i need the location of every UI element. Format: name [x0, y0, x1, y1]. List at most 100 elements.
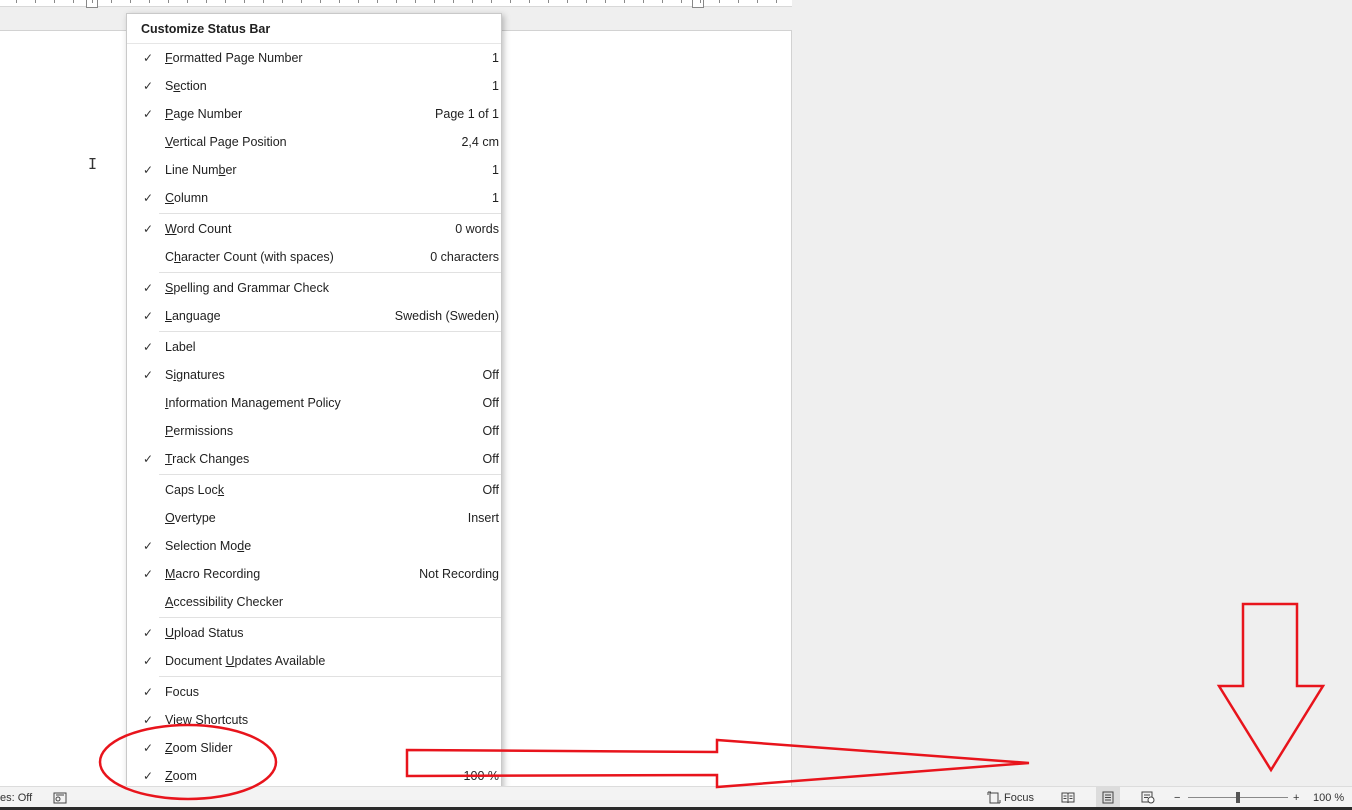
menu-item[interactable]: ✓ Formatted Page Number 1 [127, 44, 501, 72]
focus-button[interactable]: Focus [987, 787, 1034, 808]
label-text: Caps Loc [165, 483, 218, 497]
menu-item[interactable]: ✓ View Shortcuts [127, 706, 501, 734]
menu-item-value: 1 [492, 51, 499, 65]
menu-item[interactable]: Character Count (with spaces) 0 character… [127, 243, 501, 271]
read-mode-icon [1061, 792, 1075, 803]
menu-item[interactable]: ✓ Zoom Slider [127, 734, 501, 762]
menu-item[interactable]: ✓ Page Number Page 1 of 1 [127, 100, 501, 128]
menu-item[interactable]: Information Management Policy Off [127, 389, 501, 417]
label-text: pload Status [174, 626, 244, 640]
access-key: O [165, 511, 175, 525]
menu-item-value: Off [482, 452, 499, 466]
focus-label: Focus [1004, 791, 1034, 804]
label-text: ccessibility Checker [173, 595, 284, 609]
menu-item-label: Label [165, 333, 196, 361]
menu-item[interactable]: ✓ Word Count 0 words [127, 215, 501, 243]
menu-item[interactable]: ✓ Track Changes Off [127, 445, 501, 473]
menu-item-value: 2,4 cm [461, 135, 499, 149]
menu-separator [159, 474, 501, 475]
zoom-in-icon: + [1293, 791, 1300, 804]
label-text: anguage [171, 309, 221, 323]
access-key: F [165, 51, 173, 65]
menu-item[interactable]: ✓ Selection Mode [127, 532, 501, 560]
menu-item[interactable]: Overtype Insert [127, 504, 501, 532]
menu-separator [159, 617, 501, 618]
label-text: ermissions [173, 424, 234, 438]
menu-item-value: 0 characters [430, 250, 499, 264]
menu-item[interactable]: ✓ Spelling and Grammar Check [127, 274, 501, 302]
zoom-out-button[interactable]: − [1174, 787, 1180, 808]
ruler-right-indent-marker[interactable] [692, 0, 704, 8]
menu-separator [159, 331, 501, 332]
checkmark-icon: ✓ [143, 79, 154, 93]
ruler-tick [681, 0, 682, 3]
ruler-tick [624, 0, 625, 3]
print-layout-button[interactable] [1096, 787, 1120, 808]
menu-item-label: Information Management Policy [165, 389, 341, 417]
menu-item[interactable]: ✓ Column 1 [127, 184, 501, 212]
label-text: e [244, 539, 252, 553]
label-text: ction [180, 79, 207, 93]
menu-item[interactable]: Vertical Page Position 2,4 cm [127, 128, 501, 156]
web-layout-icon [1141, 791, 1155, 804]
ruler-tick [529, 0, 530, 3]
menu-item-label: Selection Mode [165, 532, 251, 560]
ruler-tick [282, 0, 283, 3]
checkmark-icon: ✓ [143, 368, 154, 382]
ruler-tick [738, 0, 739, 3]
zoom-in-button[interactable]: + [1293, 787, 1299, 808]
ruler-tick [757, 0, 758, 3]
ruler-tick [776, 0, 777, 3]
read-mode-button[interactable] [1056, 787, 1080, 808]
menu-item-label: Overtype [165, 504, 216, 532]
ruler-tick [111, 0, 112, 3]
label-text: Selection Mo [165, 539, 238, 553]
zoom-out-icon: − [1174, 791, 1181, 804]
menu-item-label: Section [165, 72, 207, 100]
checkmark-icon: ✓ [143, 222, 154, 236]
menu-item[interactable]: Permissions Off [127, 417, 501, 445]
label-text: Focus [165, 685, 200, 699]
menu-item[interactable]: Accessibility Checker [127, 588, 501, 616]
label-text: nformation Management Policy [168, 396, 341, 410]
menu-title: Customize Status Bar [127, 14, 501, 44]
label-text: rack Changes [172, 452, 250, 466]
menu-item-label: Formatted Page Number [165, 44, 303, 72]
macro-status-button[interactable] [48, 787, 72, 808]
zoom-level-label: 100 % [1313, 791, 1345, 804]
menu-item[interactable]: ✓ Line Number 1 [127, 156, 501, 184]
menu-item[interactable]: ✓ Focus [127, 678, 501, 706]
menu-item[interactable]: ✓ Section 1 [127, 72, 501, 100]
label-text: pdates Available [234, 654, 326, 668]
menu-item[interactable]: ✓ Signatures Off [127, 361, 501, 389]
menu-item[interactable]: ✓ Document Updates Available [127, 647, 501, 675]
access-key: L [165, 309, 172, 323]
menu-item-label: Character Count (with spaces) [165, 243, 334, 271]
menu-item-label: Macro Recording [165, 560, 260, 588]
label-text: aracter Count (with spaces) [180, 250, 334, 264]
ruler-tick [263, 0, 264, 3]
menu-item-label: Document Updates Available [165, 647, 325, 675]
zoom-slider-thumb[interactable] [1236, 792, 1240, 803]
checkmark-icon: ✓ [143, 654, 154, 668]
ruler-tick [168, 0, 169, 3]
checkmark-icon: ✓ [143, 539, 154, 553]
menu-item[interactable]: ✓ Macro Recording Not Recording [127, 560, 501, 588]
menu-item[interactable]: ✓ Label [127, 333, 501, 361]
zoom-level-button[interactable]: 100 % [1313, 787, 1344, 808]
menu-item-label: Line Number [165, 156, 237, 184]
menu-item-label: Focus [165, 678, 199, 706]
ruler-tick [73, 0, 74, 3]
menu-item[interactable]: ✓ Upload Status [127, 619, 501, 647]
menu-item-label: View Shortcuts [165, 706, 248, 734]
ruler-tick [719, 0, 720, 3]
menu-item[interactable]: ✓ Language Swedish (Sweden) [127, 302, 501, 330]
web-layout-button[interactable] [1136, 787, 1160, 808]
label-text: olumn [174, 191, 209, 205]
access-key: C [165, 191, 175, 205]
ruler-tick [377, 0, 378, 3]
status-track-changes[interactable]: es: Off [0, 787, 32, 808]
ruler-tick [434, 0, 435, 3]
menu-item[interactable]: Caps Lock Off [127, 476, 501, 504]
ruler-tick [244, 0, 245, 3]
